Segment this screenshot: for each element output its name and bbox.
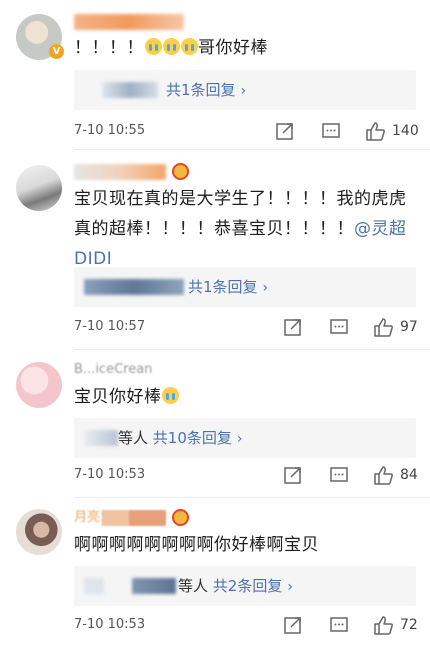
comment-text: 啊啊啊啊啊啊啊啊你好棒啊宝贝 [74,535,319,555]
username-redacted[interactable] [74,14,184,30]
comment-icon[interactable] [328,464,350,486]
comment-time: 7-10 10:53 [74,467,146,482]
comment-meta: 7-10 10:55 140 [74,120,419,144]
reply-user-redacted [84,578,104,594]
like-icon[interactable] [372,316,394,338]
comment-time: 7-10 10:53 [74,617,146,632]
username-redacted[interactable] [74,164,166,180]
avatar[interactable] [16,509,62,555]
comment-text: 宝贝你好棒 [74,382,408,412]
comment-meta: 7-10 10:53 72 [74,614,418,638]
reply-preview[interactable]: 等人 共2条回复 › [74,566,416,606]
reply-preview[interactable]: 共1条回复 › [74,70,416,110]
reply-count[interactable]: 共1条回复 [166,81,236,99]
comment-text: ！！！！ 哥你好棒 [74,38,268,58]
verified-badge-icon: V [49,44,64,59]
reply-preview[interactable]: 等人 共10条回复 › [74,418,416,458]
username-redacted[interactable]: 月亮 [74,510,166,526]
reply-prefix: 等人 [178,577,209,595]
comment-time: 7-10 10:57 [74,319,146,334]
chevron-right-icon: › [240,83,247,99]
like-count: 84 [400,467,418,483]
chevron-right-icon: › [236,431,243,447]
avatar[interactable] [16,165,62,211]
comment-meta: 7-10 10:53 84 [74,464,418,488]
chevron-right-icon: › [262,280,269,296]
reply-prefix: 等人 [118,429,149,447]
avatar[interactable] [16,362,62,408]
crown-badge-icon [172,163,189,180]
reply-user-redacted [84,279,184,295]
username-redacted[interactable]: B...iceCrean [74,362,184,378]
crying-emoji-icon [144,38,162,55]
share-icon[interactable] [282,464,304,486]
reply-user-redacted [84,430,118,446]
like-icon[interactable] [372,464,394,486]
share-icon[interactable] [282,614,304,636]
reply-count[interactable]: 共10条回复 [153,429,232,447]
crying-emoji-icon [180,38,198,55]
like-icon[interactable] [364,120,386,142]
chevron-right-icon: › [287,579,293,595]
comment-2: 宝贝现在真的是大学生了！！！！我的虎虎真的超棒！！！！恭喜宝贝！！！！@灵超DI… [0,150,430,350]
reply-preview[interactable]: 共1条回复 › [74,267,416,307]
share-icon[interactable] [282,316,304,338]
comment-text: 宝贝现在真的是大学生了！！！！我的虎虎真的超棒！！！！恭喜宝贝！！！！@灵超DI… [74,189,407,269]
reply-count[interactable]: 共1条回复 [188,278,258,296]
comment-icon[interactable] [328,614,350,636]
comment-1: V ！！！！ 哥你好棒 共1条回复 › 7-10 10:55 140 [0,0,430,150]
comment-icon[interactable] [328,316,350,338]
crying-emoji-icon [162,38,180,55]
crown-badge-icon [172,509,189,526]
like-count: 97 [400,319,418,335]
comment-4: 月亮 啊啊啊啊啊啊啊啊你好棒啊宝贝 等人 共2条回复 › 7-10 10:53 7… [0,498,430,650]
reply-count[interactable]: 共2条回复 [213,577,283,595]
reply-user-redacted [132,578,176,594]
crying-emoji-icon [162,387,179,404]
like-count: 140 [392,123,419,139]
share-icon[interactable] [274,120,296,142]
comment-icon[interactable] [320,120,342,142]
comment-meta: 7-10 10:57 97 [74,316,418,340]
comment-3: B...iceCrean 宝贝你好棒 等人 共10条回复 › 7-10 10:53… [0,350,430,498]
like-count: 72 [400,617,418,633]
comment-time: 7-10 10:55 [74,123,146,138]
like-icon[interactable] [372,614,394,636]
reply-user-redacted [102,82,158,98]
